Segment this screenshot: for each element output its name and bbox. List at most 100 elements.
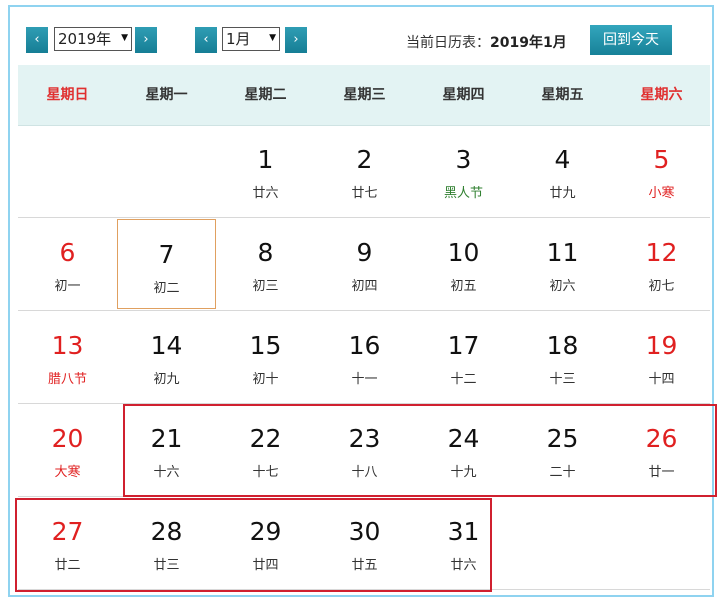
day-number: 10 (447, 238, 480, 267)
lunar-date: 十四 (648, 372, 675, 387)
day-number: 19 (645, 331, 678, 360)
lunar-date: 十七 (252, 465, 279, 480)
day-cell[interactable]: 17 十二 (414, 311, 513, 403)
lunar-date: 廿一 (648, 465, 675, 480)
day-number: 15 (249, 331, 282, 360)
empty-day-cell (117, 125, 216, 217)
day-number: 24 (447, 424, 480, 453)
next-month-button[interactable]: › (285, 27, 307, 53)
day-cell[interactable]: 26 廿一 (612, 404, 711, 496)
day-number: 30 (348, 517, 381, 546)
day-cell[interactable]: 9 初四 (315, 218, 414, 310)
next-year-button[interactable]: › (135, 27, 157, 53)
day-number: 14 (150, 331, 183, 360)
lunar-date: 廿九 (549, 186, 576, 201)
lunar-date: 十八 (351, 465, 378, 480)
day-number: 18 (546, 331, 579, 360)
day-number: 5 (653, 145, 670, 174)
chevron-down-icon: ▼ (121, 33, 128, 43)
day-cell[interactable]: 1 廿六 (216, 125, 315, 217)
lunar-date: 初六 (549, 279, 576, 294)
lunar-date: 大寒 (54, 465, 81, 480)
day-cell[interactable]: 5 小寒 (612, 125, 711, 217)
day-cell[interactable]: 20 大寒 (18, 404, 117, 496)
empty-day-cell (612, 497, 711, 589)
day-cell[interactable]: 13 腊八节 (18, 311, 117, 403)
lunar-date: 廿六 (450, 558, 477, 573)
calendar-week-row: 27 廿二 28 廿三 29 廿四 30 廿五 31 廿六 (18, 497, 710, 590)
lunar-date: 小寒 (648, 186, 675, 201)
day-cell[interactable]: 14 初九 (117, 311, 216, 403)
empty-day-cell (513, 497, 612, 589)
day-number: 12 (645, 238, 678, 267)
weekday-header-cell: 星期一 (145, 87, 188, 103)
day-cell[interactable]: 12 初七 (612, 218, 711, 310)
weekday-header-cell: 星期四 (442, 87, 485, 103)
day-cell[interactable]: 11 初六 (513, 218, 612, 310)
day-cell[interactable]: 29 廿四 (216, 497, 315, 589)
day-number: 25 (546, 424, 579, 453)
weekday-header-cell: 星期六 (640, 87, 683, 103)
weekday-header-cell: 星期三 (343, 87, 386, 103)
back-to-today-button[interactable]: 回到今天 (590, 25, 672, 55)
prev-month-button[interactable]: ‹ (195, 27, 217, 53)
day-number: 29 (249, 517, 282, 546)
chevron-down-icon: ▼ (269, 33, 276, 43)
day-cell[interactable]: 25 二十 (513, 404, 612, 496)
day-number: 28 (150, 517, 183, 546)
day-cell[interactable]: 19 十四 (612, 311, 711, 403)
day-cell[interactable]: 4 廿九 (513, 125, 612, 217)
day-cell[interactable]: 16 十一 (315, 311, 414, 403)
day-number: 7 (158, 240, 175, 269)
lunar-date: 十九 (450, 465, 477, 480)
day-number: 8 (257, 238, 274, 267)
calendar-week-row: 1 廿六 2 廿七 3 黑人节 4 廿九 5 小寒 (18, 125, 710, 218)
day-cell[interactable]: 3 黑人节 (414, 125, 513, 217)
day-number: 6 (59, 238, 76, 267)
empty-day-cell (18, 125, 117, 217)
day-cell[interactable]: 18 十三 (513, 311, 612, 403)
lunar-date: 廿三 (153, 558, 180, 573)
lunar-date: 廿四 (252, 558, 279, 573)
prev-year-button[interactable]: ‹ (26, 27, 48, 53)
day-cell[interactable]: 30 廿五 (315, 497, 414, 589)
day-cell[interactable]: 10 初五 (414, 218, 513, 310)
lunar-date: 初四 (351, 279, 378, 294)
day-number: 20 (51, 424, 84, 453)
day-number: 1 (257, 145, 274, 174)
day-cell[interactable]: 15 初十 (216, 311, 315, 403)
day-number: 11 (546, 238, 579, 267)
month-select[interactable]: 1月 ▼ (222, 27, 280, 51)
year-select[interactable]: 2019年 ▼ (54, 27, 132, 51)
day-cell[interactable]: 24 十九 (414, 404, 513, 496)
day-cell[interactable]: 2 廿七 (315, 125, 414, 217)
day-cell[interactable]: 7 初二 (117, 219, 216, 309)
day-number: 17 (447, 331, 480, 360)
weekday-header-cell: 星期二 (244, 87, 287, 103)
day-cell[interactable]: 31 廿六 (414, 497, 513, 589)
day-cell[interactable]: 21 十六 (117, 404, 216, 496)
lunar-date: 廿五 (351, 558, 378, 573)
day-number: 27 (51, 517, 84, 546)
weekday-header-cell: 星期五 (541, 87, 584, 103)
day-cell[interactable]: 8 初三 (216, 218, 315, 310)
lunar-date: 十六 (153, 465, 180, 480)
day-number: 22 (249, 424, 282, 453)
calendar-week-row: 6 初一 7 初二 8 初三 9 初四 10 初五 11 初六 12 初七 (18, 218, 710, 311)
lunar-date: 初七 (648, 279, 675, 294)
lunar-date: 初三 (252, 279, 279, 294)
weekday-header-cell: 星期日 (46, 87, 89, 103)
day-number: 31 (447, 517, 480, 546)
lunar-date: 初九 (153, 372, 180, 387)
day-cell[interactable]: 6 初一 (18, 218, 117, 310)
lunar-date: 初五 (450, 279, 477, 294)
day-cell[interactable]: 28 廿三 (117, 497, 216, 589)
day-cell[interactable]: 23 十八 (315, 404, 414, 496)
day-number: 4 (554, 145, 571, 174)
day-cell[interactable]: 27 廿二 (18, 497, 117, 589)
day-cell[interactable]: 22 十七 (216, 404, 315, 496)
day-number: 21 (150, 424, 183, 453)
lunar-date: 腊八节 (47, 372, 87, 387)
current-month-value: 2019年1月 (490, 35, 567, 51)
current-calendar-label: 当前日历表：2019年1月 (406, 32, 567, 52)
